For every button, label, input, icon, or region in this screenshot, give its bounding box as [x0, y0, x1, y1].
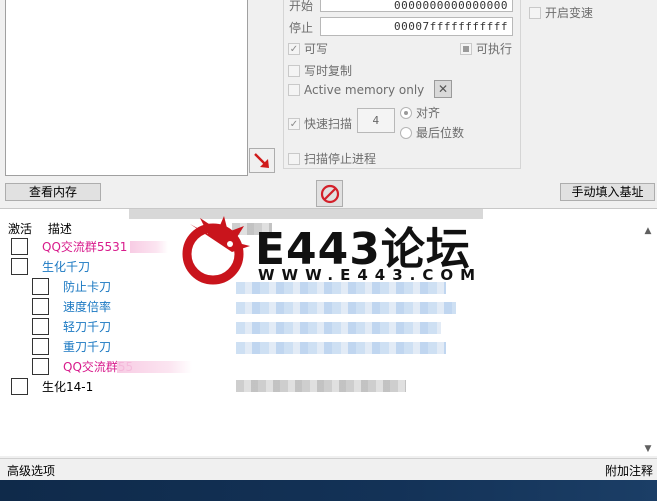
- last-digits-label: 最后位数: [416, 126, 465, 140]
- align-option[interactable]: 对齐: [400, 104, 440, 121]
- pause-while-scanning-checkbox[interactable]: [288, 152, 300, 165]
- clear-list-button[interactable]: [316, 180, 343, 207]
- description-column-header[interactable]: 描述: [48, 222, 72, 236]
- scroll-up-icon[interactable]: ▲: [640, 226, 656, 236]
- entry-description: 轻刀千刀: [63, 320, 112, 334]
- redacted-text: [117, 361, 192, 373]
- dragon-logo: [182, 216, 250, 285]
- enable-speedhack-option[interactable]: 开启变速: [529, 4, 593, 21]
- redacted-value: [236, 380, 406, 392]
- table-extras-button[interactable]: 附加注释: [605, 462, 653, 479]
- entry-description: QQ交流群5531: [42, 240, 128, 254]
- executable-option[interactable]: 可执行: [460, 40, 512, 57]
- entry-active-checkbox[interactable]: [32, 338, 49, 355]
- last-digits-option[interactable]: 最后位数: [400, 124, 464, 141]
- fast-scan-checkbox[interactable]: [288, 117, 300, 130]
- add-to-list-button[interactable]: [249, 148, 275, 173]
- cheat-entry-row[interactable]: 生化14-1: [11, 378, 93, 395]
- redacted-value: [236, 342, 446, 354]
- active-memory-label: Active memory only: [304, 83, 425, 97]
- cheat-entry-row[interactable]: QQ交流群5531: [11, 238, 127, 255]
- entry-description: 重刀千刀: [63, 340, 112, 354]
- entry-description: 生化千刀: [42, 260, 91, 274]
- last-digits-radio[interactable]: [400, 126, 412, 139]
- active-memory-option[interactable]: Active memory only: [288, 83, 424, 97]
- advanced-options-button[interactable]: 高级选项: [7, 462, 55, 479]
- entry-active-checkbox[interactable]: [11, 238, 28, 255]
- fast-scan-option[interactable]: 快速扫描: [288, 115, 352, 132]
- cheat-entry-row[interactable]: 生化千刀: [11, 258, 90, 275]
- cheat-entry-row[interactable]: 轻刀千刀: [32, 318, 111, 335]
- memory-view-button[interactable]: 查看内存: [5, 183, 101, 201]
- desktop-background: [0, 480, 657, 501]
- entry-active-checkbox[interactable]: [11, 258, 28, 275]
- prohibited-icon: [320, 184, 339, 203]
- writable-checkbox[interactable]: [288, 42, 300, 55]
- red-diagonal-arrow-icon: [254, 152, 269, 168]
- fast-scan-alignment-field[interactable]: 4: [357, 108, 395, 133]
- enable-speedhack-label: 开启变速: [545, 6, 594, 20]
- executable-label: 可执行: [476, 42, 513, 56]
- entry-description: 生化14-1: [42, 380, 94, 394]
- align-radio[interactable]: [400, 106, 412, 119]
- stop-label: 停止: [289, 21, 314, 35]
- entry-active-checkbox[interactable]: [32, 318, 49, 335]
- redacted-value: [236, 302, 456, 314]
- active-memory-checkbox[interactable]: [288, 84, 300, 96]
- redacted-value: [236, 322, 441, 334]
- cheat-entry-row[interactable]: 防止卡刀: [32, 278, 111, 295]
- entry-description: 速度倍率: [63, 300, 112, 314]
- status-bar: 高级选项 附加注释: [0, 458, 657, 480]
- entry-active-checkbox[interactable]: [32, 358, 49, 375]
- align-label: 对齐: [416, 106, 441, 120]
- executable-checkbox[interactable]: [460, 42, 472, 55]
- entry-active-checkbox[interactable]: [11, 378, 28, 395]
- entry-active-checkbox[interactable]: [32, 278, 49, 295]
- cheat-entry-row[interactable]: 速度倍率: [32, 298, 111, 315]
- pause-while-scanning-label: 扫描停止进程: [304, 152, 377, 166]
- stop-address-field[interactable]: 00007fffffffffff: [320, 17, 513, 36]
- pause-while-scanning-option[interactable]: 扫描停止进程: [288, 150, 376, 167]
- enable-speedhack-checkbox[interactable]: [529, 6, 541, 19]
- writable-label: 可写: [304, 42, 329, 56]
- copy-on-write-option[interactable]: 写时复制: [288, 62, 352, 79]
- active-column-header[interactable]: 激活: [8, 222, 32, 236]
- vertical-scrollbar[interactable]: ▲ ▼: [640, 224, 656, 456]
- scroll-down-icon[interactable]: ▼: [640, 444, 656, 454]
- redacted-text: [130, 241, 168, 253]
- found-addresses-list[interactable]: [5, 0, 248, 176]
- copy-on-write-checkbox[interactable]: [288, 64, 300, 77]
- start-label: 开始: [289, 0, 314, 13]
- fast-scan-label: 快速扫描: [304, 117, 353, 131]
- address-list-header: 激活 描述: [8, 220, 72, 237]
- close-icon[interactable]: ✕: [434, 80, 452, 98]
- watermark-url: WWW.E443.COM: [258, 266, 483, 284]
- copy-on-write-label: 写时复制: [304, 64, 353, 78]
- entry-active-checkbox[interactable]: [32, 298, 49, 315]
- add-address-manually-button[interactable]: 手动填入基址: [560, 183, 655, 201]
- cheat-entry-row[interactable]: 重刀千刀: [32, 338, 111, 355]
- entry-description: 防止卡刀: [63, 280, 112, 294]
- writable-option[interactable]: 可写: [288, 40, 328, 57]
- start-address-field[interactable]: 0000000000000000: [320, 0, 513, 12]
